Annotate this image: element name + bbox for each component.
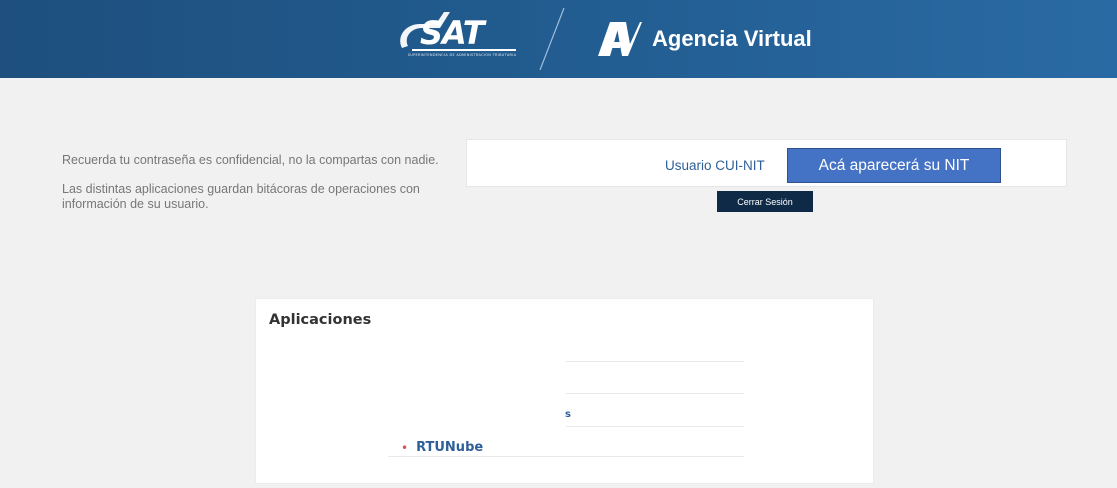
applications-title: Aplicaciones <box>269 312 372 328</box>
list-divider <box>566 426 744 427</box>
logout-button[interactable]: Cerrar Sesión <box>717 191 813 212</box>
list-item: • RTUNube <box>401 440 483 455</box>
password-notice: Recuerda tu contraseña es confidencial, … <box>62 153 439 167</box>
partial-app-label: s <box>565 409 571 420</box>
sat-logo-text: SAT <box>420 14 485 52</box>
sat-logo-subtitle: SUPERINTENDENCIA DE ADMINISTRACIÓN TRIBU… <box>407 53 517 57</box>
app-title: Agencia Virtual <box>652 26 812 51</box>
bullet-dot-icon: • <box>401 440 409 455</box>
list-divider <box>566 361 744 362</box>
nit-display-box: Acá aparecerá su NIT <box>787 148 1001 183</box>
list-divider <box>388 456 744 457</box>
header-divider <box>539 8 565 70</box>
logging-notice: Las distintas aplicaciones guardan bitác… <box>62 182 420 211</box>
user-label: Usuario CUI-NIT <box>665 158 765 173</box>
agencia-virtual-logo-icon <box>598 22 642 56</box>
list-divider <box>566 393 744 394</box>
rtunube-link[interactable]: RTUNube <box>416 440 483 455</box>
top-header-bar: SAT SUPERINTENDENCIA DE ADMINISTRACIÓN T… <box>0 0 1117 78</box>
